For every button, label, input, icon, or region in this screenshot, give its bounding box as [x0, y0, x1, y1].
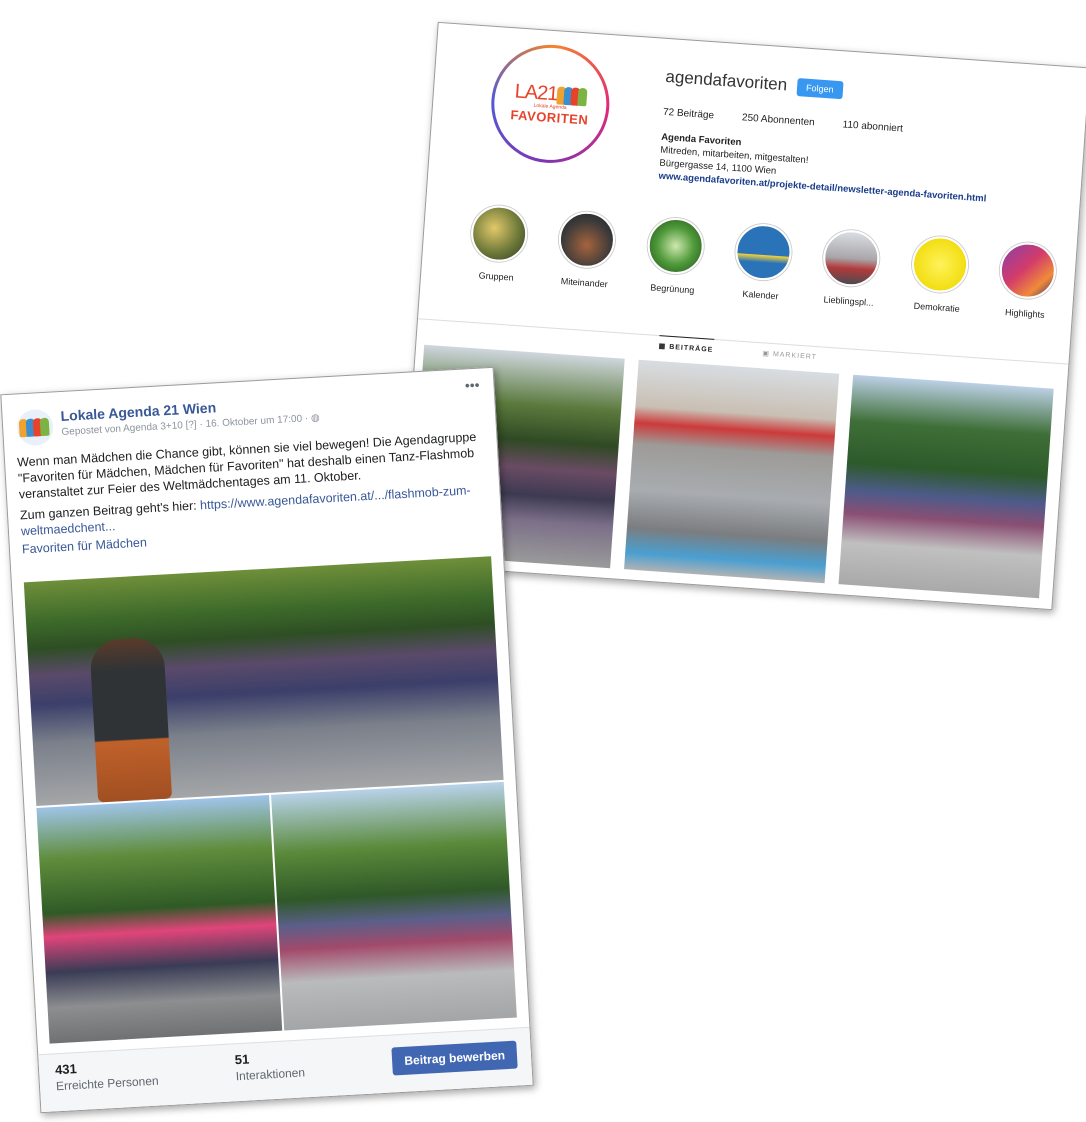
- highlight-label: Lieblingspl...: [823, 294, 874, 308]
- page-avatar[interactable]: [16, 408, 55, 447]
- highlight-demokratie[interactable]: Demokratie: [901, 234, 976, 315]
- highlight-thumbnail: [645, 216, 706, 276]
- followers-count[interactable]: 250 Abonnenten: [742, 112, 815, 128]
- interactions-label: Interaktionen: [235, 1065, 306, 1084]
- posts-count[interactable]: 72 Beiträge: [663, 107, 715, 122]
- profile-avatar[interactable]: LA21 Lokale Agenda FAVORITEN: [487, 40, 614, 167]
- profile-bio: Agenda Favoriten Mitreden, mitarbeiten, …: [658, 131, 989, 206]
- highlight-thumbnail: [557, 209, 618, 270]
- logo-wordmark: FAVORITEN: [509, 107, 589, 128]
- tab-posts-label: BEITRÄGE: [668, 343, 714, 354]
- tag-icon: ▣: [762, 350, 774, 359]
- tab-tagged-label: MARKIERT: [772, 351, 818, 362]
- post-photo[interactable]: [271, 781, 517, 1031]
- highlight-label: Demokratie: [913, 300, 961, 314]
- post-photo-main[interactable]: [23, 556, 504, 806]
- story-highlights: Gruppen Miteinander Begrünung Kalender L…: [461, 203, 1065, 321]
- tab-tagged[interactable]: ▣ MARKIERT: [762, 349, 817, 361]
- reach-label: Erreichte Personen: [55, 1073, 159, 1094]
- highlight-label: Begrünung: [650, 282, 695, 296]
- highlight-thumbnail: [821, 228, 882, 289]
- globe-icon: ◍: [310, 412, 321, 425]
- promote-post-button[interactable]: Beitrag bewerben: [391, 1040, 518, 1076]
- interactions-value: 51: [234, 1051, 250, 1068]
- highlight-gruppen[interactable]: Gruppen: [461, 203, 536, 284]
- interactions-stat: 51 Interaktionen: [234, 1048, 306, 1084]
- highlight-thumbnail: [997, 240, 1058, 301]
- instagram-profile-card: LA21 Lokale Agenda FAVORITEN agendafavor…: [399, 21, 1086, 611]
- highlight-lieblingsplaetze[interactable]: Lieblingspl...: [813, 228, 888, 309]
- highlight-label: Miteinander: [560, 276, 609, 290]
- highlight-highlights[interactable]: Highlights: [990, 240, 1065, 321]
- highlight-label: Kalender: [742, 288, 779, 302]
- people-figures-icon: [556, 85, 588, 106]
- post-thumbnail[interactable]: [838, 374, 1054, 599]
- highlight-miteinander[interactable]: Miteinander: [549, 209, 624, 290]
- profile-username: agendafavoriten: [664, 66, 788, 95]
- post-photo[interactable]: [36, 794, 283, 1044]
- more-options-icon[interactable]: •••: [464, 377, 480, 394]
- profile-stats: 72 Beiträge 250 Abonnenten 110 abonniert: [663, 107, 904, 135]
- grid-icon: ▦: [658, 343, 670, 351]
- highlight-thumbnail: [733, 222, 794, 283]
- post-text: Wenn man Mädchen die Chance gibt, können…: [17, 429, 488, 558]
- highlight-label: Gruppen: [478, 270, 514, 283]
- highlight-thumbnail: [469, 203, 530, 264]
- facebook-post-card: Lokale Agenda 21 Wien Gepostet von Agend…: [0, 366, 534, 1114]
- dancer-figure: [89, 636, 173, 803]
- reach-stat: 431 Erreichte Personen: [55, 1057, 159, 1094]
- follow-button[interactable]: Folgen: [796, 78, 844, 100]
- people-figures-icon: [18, 417, 50, 438]
- following-count[interactable]: 110 abonniert: [842, 119, 903, 134]
- highlight-thumbnail: [909, 234, 970, 295]
- tab-posts[interactable]: ▦ BEITRÄGE: [658, 342, 713, 354]
- la21-logo: LA21 Lokale Agenda FAVORITEN: [490, 44, 611, 164]
- posts-grid: [409, 344, 1063, 599]
- highlight-kalender[interactable]: Kalender: [725, 222, 800, 303]
- highlight-begruenung[interactable]: Begrünung: [637, 216, 712, 297]
- post-thumbnail[interactable]: [624, 359, 840, 584]
- highlight-label: Highlights: [1004, 307, 1045, 320]
